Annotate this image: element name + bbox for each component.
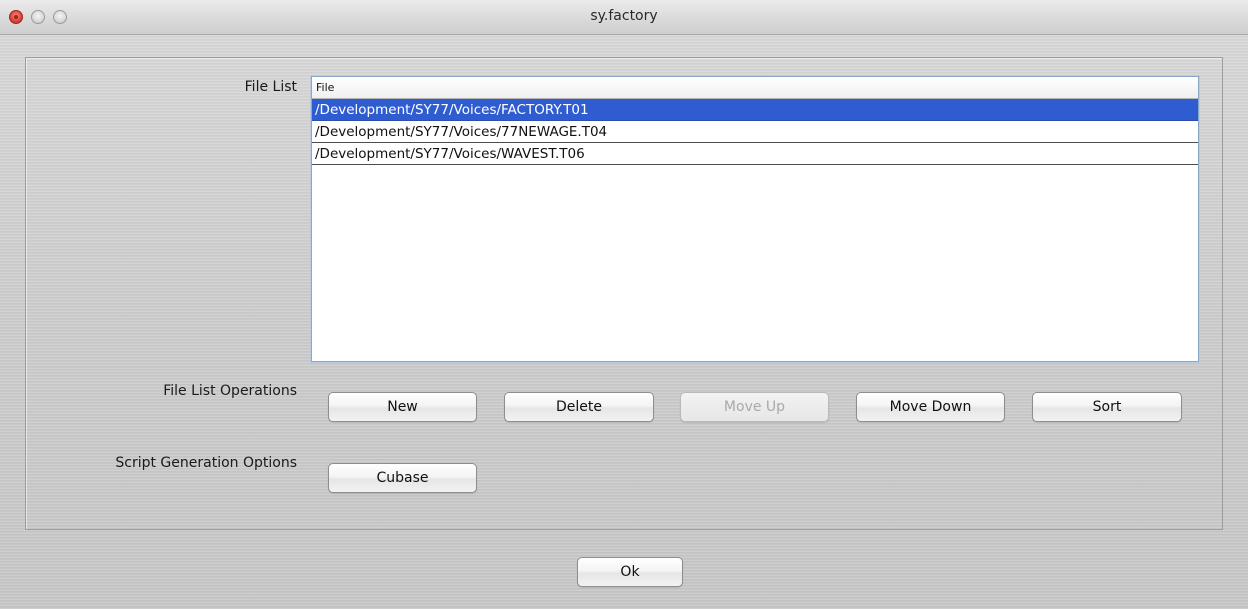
delete-button[interactable]: Delete <box>504 392 654 422</box>
file-list-table[interactable]: File /Development/SY77/Voices/FACTORY.T0… <box>311 76 1199 362</box>
file-list-row[interactable]: /Development/SY77/Voices/WAVEST.T06 <box>312 143 1198 165</box>
ok-button[interactable]: Ok <box>577 557 683 587</box>
sy-factory-window: sy.factory File List File /Development/S… <box>0 0 1248 609</box>
sort-button[interactable]: Sort <box>1032 392 1182 422</box>
cubase-button[interactable]: Cubase <box>328 463 477 493</box>
file-list-operations-label: File List Operations <box>163 383 297 399</box>
title-bar[interactable]: sy.factory <box>0 0 1248 35</box>
window-title: sy.factory <box>590 8 658 24</box>
script-generation-options-label: Script Generation Options <box>115 455 297 471</box>
file-list-rows: /Development/SY77/Voices/FACTORY.T01/Dev… <box>312 99 1198 165</box>
file-list-label: File List <box>244 79 297 95</box>
file-column-header[interactable]: File <box>312 77 1198 99</box>
new-button[interactable]: New <box>328 392 477 422</box>
move-down-button[interactable]: Move Down <box>856 392 1005 422</box>
file-list-row[interactable]: /Development/SY77/Voices/FACTORY.T01 <box>312 99 1198 121</box>
move-up-button: Move Up <box>680 392 829 422</box>
file-list-row[interactable]: /Development/SY77/Voices/77NEWAGE.T04 <box>312 121 1198 143</box>
